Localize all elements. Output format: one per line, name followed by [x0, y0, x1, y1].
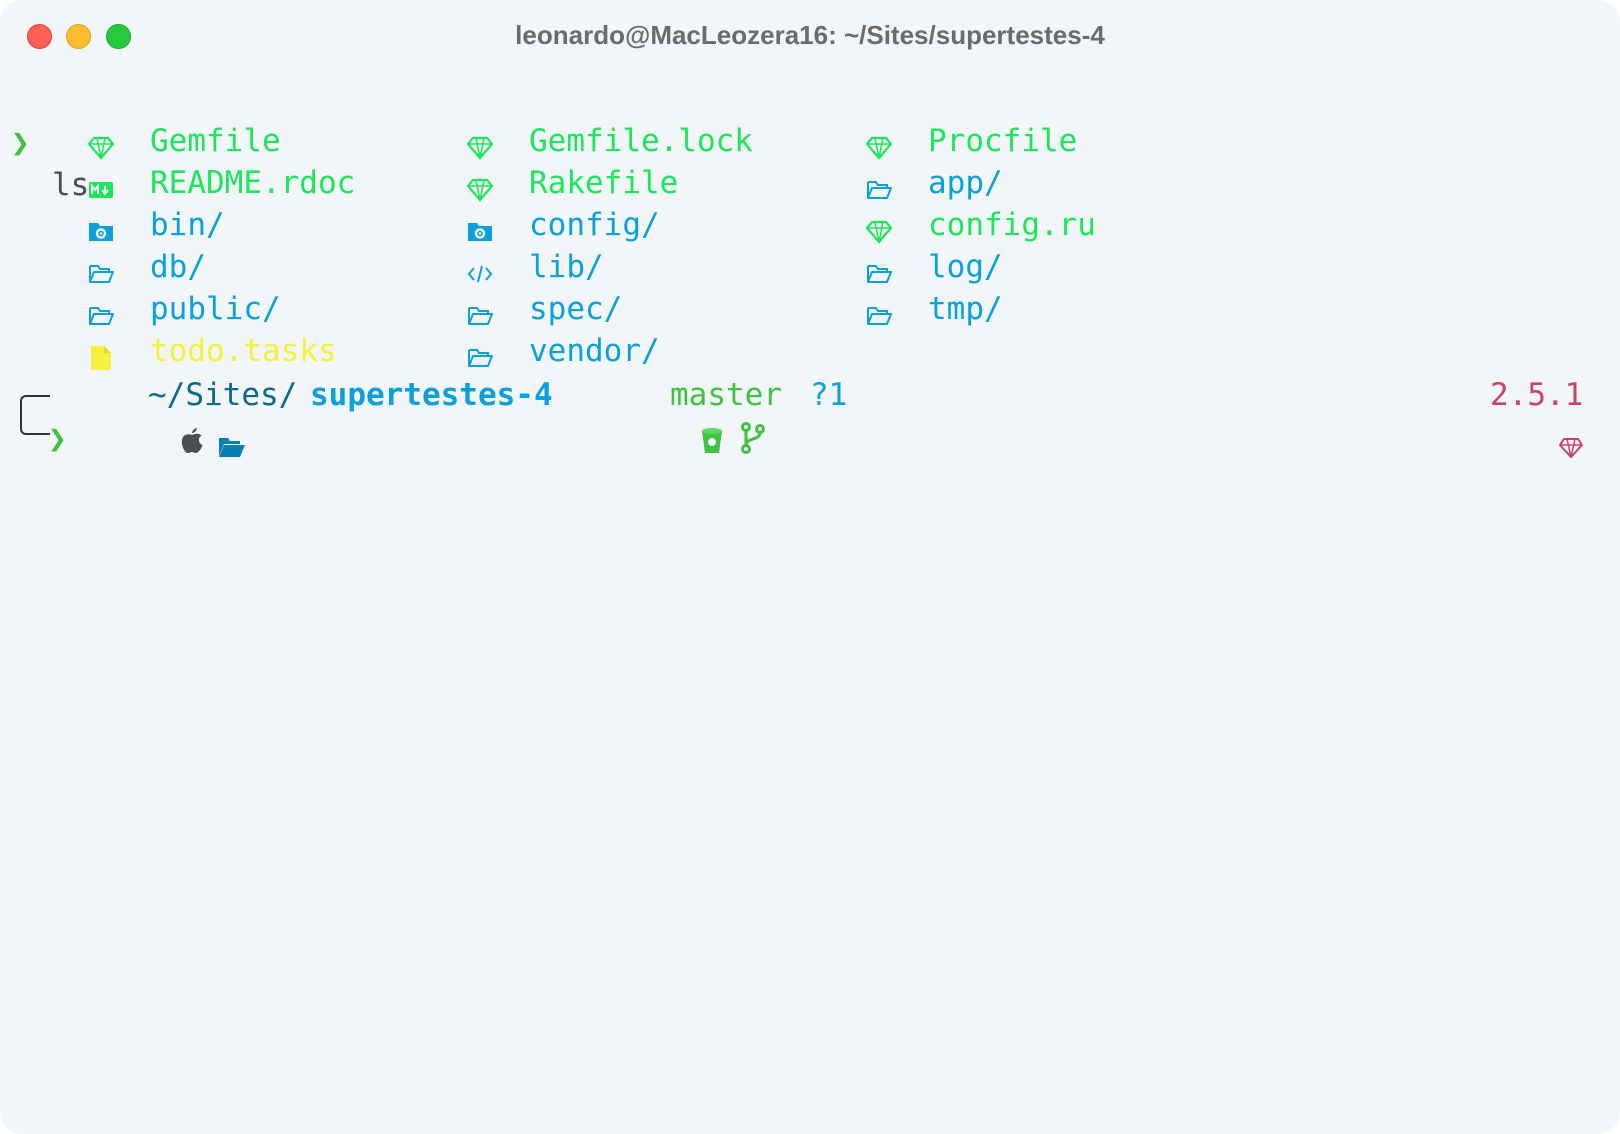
markdown-icon	[88, 171, 114, 198]
folder-config-icon	[88, 213, 114, 241]
title-bar: leonardo@MacLeozera16: ~/Sites/supertest…	[0, 0, 1620, 72]
input-prompt-chevron: ❯	[48, 421, 67, 457]
code-icon	[467, 255, 493, 283]
command-text: ls	[52, 167, 90, 203]
ls-entry-name: db/	[150, 249, 206, 285]
ls-entry-name: log/	[928, 249, 1003, 285]
folder-outline-icon	[866, 171, 892, 199]
ruby-gem-icon	[865, 213, 893, 244]
ls-entry-name: tmp/	[928, 291, 1003, 327]
command-line: ❯ ls	[0, 80, 1620, 203]
folder-config-icon	[467, 213, 493, 241]
prompt-line: ~/Sites/ supertestes-4 master ?1 2.5.1	[0, 374, 1620, 459]
ruby-version-icon	[1447, 385, 1584, 459]
ls-entry-name: config.ru	[928, 207, 1096, 243]
ruby-gem-icon	[466, 129, 494, 160]
ls-entry-name: app/	[928, 165, 1003, 201]
ls-entry-name: Rakefile	[529, 165, 679, 201]
ruby-gem-icon	[865, 129, 893, 160]
folder-outline-icon	[866, 255, 892, 283]
prompt-path-prefix: ~/Sites/	[148, 377, 298, 413]
git-branch-name: master	[670, 377, 782, 413]
folder-outline-icon	[467, 339, 493, 367]
ls-entry-name: spec/	[529, 291, 623, 327]
terminal-window[interactable]: leonardo@MacLeozera16: ~/Sites/supertest…	[0, 0, 1620, 1134]
terminal-input-area[interactable]	[0, 460, 1620, 1134]
folder-outline-icon	[866, 297, 892, 325]
folder-outline-icon	[467, 297, 493, 325]
ruby-version: 2.5.1	[1490, 377, 1584, 413]
prompt-path-dir: supertestes-4	[310, 377, 553, 413]
git-branch-icon	[628, 380, 765, 454]
ls-entry-name: Procfile	[928, 123, 1078, 159]
folder-outline-icon	[88, 255, 114, 283]
folder-outline-icon	[88, 297, 114, 325]
ruby-gem-icon	[466, 171, 494, 202]
ls-entry-name: todo.tasks	[150, 333, 337, 369]
ls-entry-name: lib/	[529, 249, 604, 285]
apple-icon	[67, 382, 203, 453]
ls-entry-name: Gemfile.lock	[529, 123, 753, 159]
bucket-icon	[588, 382, 722, 453]
ls-entry-name: vendor/	[529, 333, 660, 369]
file-icon	[88, 339, 114, 370]
git-status: ?1	[810, 377, 848, 413]
ls-entry-name: public/	[150, 291, 281, 327]
ruby-gem-icon	[87, 129, 115, 160]
ls-entry-name: bin/	[150, 207, 225, 243]
folder-open-icon	[106, 385, 245, 457]
ls-entry-name: README.rdoc	[150, 165, 356, 201]
prompt-chevron: ❯	[11, 125, 30, 161]
window-title: leonardo@MacLeozera16: ~/Sites/supertest…	[515, 20, 1105, 50]
ls-entry-name: Gemfile	[150, 123, 281, 159]
ls-entry-name: config/	[529, 207, 660, 243]
